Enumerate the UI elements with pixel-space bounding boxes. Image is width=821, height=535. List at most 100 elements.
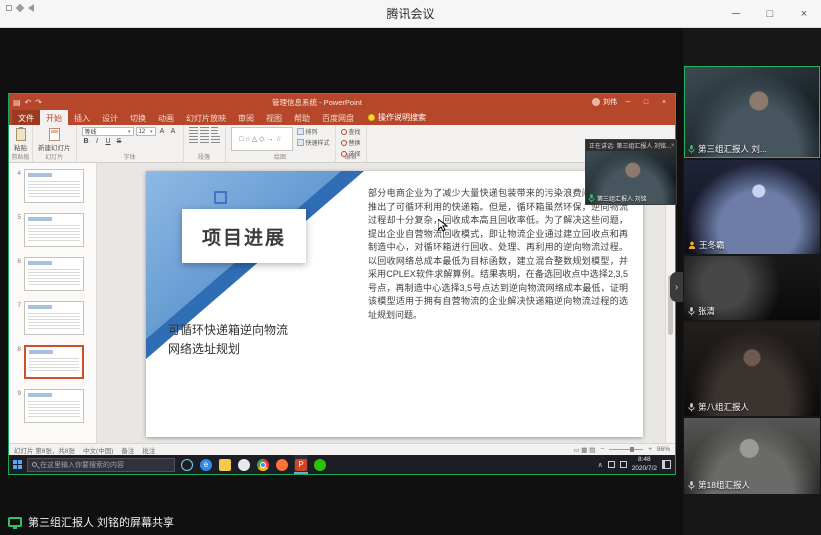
font-name-select[interactable]: 等线 ▾ xyxy=(82,127,134,136)
slide-thumbnail[interactable]: 6 xyxy=(11,257,92,291)
slide-thumbnail[interactable]: 5 xyxy=(11,213,92,247)
ppt-tab-review[interactable]: 审阅 xyxy=(232,110,260,125)
ppt-minimize-button[interactable]: ─ xyxy=(621,99,635,106)
ppt-tab-slideshow[interactable]: 幻灯片放映 xyxy=(180,110,232,125)
shapes-gallery[interactable]: □○△◇→☆ xyxy=(231,127,293,151)
slide-thumbnail[interactable]: 4 xyxy=(11,169,92,203)
participant-tile[interactable]: 张清 xyxy=(684,256,820,320)
tell-me-search[interactable]: 操作说明搜索 xyxy=(368,110,426,125)
panel-collapse-handle[interactable]: › xyxy=(670,272,683,302)
powerpoint-taskbar-icon[interactable]: P xyxy=(295,459,307,471)
slide-thumbnail[interactable]: 9 xyxy=(11,389,92,423)
bold-button[interactable]: B xyxy=(82,138,91,145)
quick-styles-button[interactable]: 快速样式 xyxy=(297,138,330,147)
strikethrough-button[interactable]: S xyxy=(115,138,124,145)
participant-tile[interactable]: 王冬霸 xyxy=(684,160,820,254)
ppt-tab-view[interactable]: 视图 xyxy=(260,110,288,125)
ppt-maximize-button[interactable]: □ xyxy=(639,99,653,106)
taskbar-clock[interactable]: 8:48 2020/7/2 xyxy=(632,456,657,472)
firefox-icon[interactable] xyxy=(276,459,288,471)
notes-toggle[interactable]: 备注 xyxy=(121,445,134,455)
find-button[interactable]: 查找 xyxy=(341,127,361,136)
undo-icon[interactable]: ↶ xyxy=(25,98,32,107)
mic-on-icon xyxy=(588,194,595,203)
tray-expand-icon[interactable]: ∧ xyxy=(598,461,603,469)
indent-icon[interactable] xyxy=(211,127,218,134)
participant-tile[interactable]: 第三组汇报人 刘... xyxy=(684,66,820,158)
shrink-font-button[interactable]: A xyxy=(169,128,178,135)
ppt-tab-transitions[interactable]: 切换 xyxy=(124,110,152,125)
mouse-cursor xyxy=(438,219,448,232)
replace-button[interactable]: 替换 xyxy=(341,138,361,147)
slide-thumbnail[interactable]: 7 xyxy=(11,301,92,335)
qq-icon[interactable] xyxy=(238,459,250,471)
thumbnail-preview xyxy=(24,345,84,379)
edge-icon[interactable]: e xyxy=(200,459,212,471)
bullets-icon[interactable] xyxy=(189,127,198,134)
wechat-icon[interactable] xyxy=(314,459,326,471)
system-tray: ∧ 8:48 2020/7/2 xyxy=(598,456,671,472)
underline-button[interactable]: U xyxy=(104,138,113,145)
ribbon-group-drawing: □○△◇→☆ 排列 快速样式 绘图 xyxy=(226,125,336,162)
active-speaker-popup[interactable]: 正在讲话: 第三组汇报人 刘铭... × 第三组汇报人 刘铭 xyxy=(585,139,677,205)
new-slide-button[interactable]: 新建幻灯片 xyxy=(38,127,71,152)
maximize-button[interactable]: □ xyxy=(753,0,787,28)
cortana-icon[interactable] xyxy=(181,459,193,471)
align-right-icon[interactable] xyxy=(211,136,220,143)
ppt-tab-design[interactable]: 设计 xyxy=(96,110,124,125)
network-icon[interactable] xyxy=(608,461,615,468)
participant-tile[interactable]: 第八组汇报人 xyxy=(684,322,820,416)
ppt-close-button[interactable]: × xyxy=(657,99,671,106)
save-icon[interactable]: ▤ xyxy=(13,98,21,107)
slide-counter: 幻灯片 第8张，共8张 xyxy=(14,445,75,455)
align-center-icon[interactable] xyxy=(200,136,209,143)
ppt-tab-insert[interactable]: 插入 xyxy=(68,110,96,125)
ppt-tab-home[interactable]: 开始 xyxy=(40,110,68,125)
ppt-tab-baidu-netdisk[interactable]: 百度网盘 xyxy=(316,110,360,125)
zoom-slider[interactable] xyxy=(609,449,643,450)
align-left-icon[interactable] xyxy=(189,136,198,143)
italic-button[interactable]: I xyxy=(93,138,102,145)
ppt-tab-file[interactable]: 文件 xyxy=(12,110,40,125)
current-slide[interactable]: 项目进展 可循环快递箱逆向物流 网络选址规划 部分电商企业为了减少大量快递包装带… xyxy=(146,171,643,437)
ppt-user-account[interactable]: 刘伟 xyxy=(592,97,617,107)
ribbon-group-font: 等线 ▾ 12 ▾ A A B I xyxy=(77,125,184,162)
participant-name: 王冬霸 xyxy=(699,239,725,251)
thumbnail-number: 6 xyxy=(11,257,21,291)
comments-toggle[interactable]: 批注 xyxy=(142,445,155,455)
participant-tile[interactable]: 第18组汇报人 xyxy=(684,418,820,494)
zoom-knob[interactable] xyxy=(630,447,634,452)
arrange-button[interactable]: 排列 xyxy=(297,127,330,136)
ppt-tab-animations[interactable]: 动画 xyxy=(152,110,180,125)
taskbar-search-input[interactable]: 在这里输入你要搜索的内容 xyxy=(27,458,175,472)
numbering-icon[interactable] xyxy=(200,127,209,134)
mic-on-icon xyxy=(688,145,695,154)
font-size-select[interactable]: 12 ▾ xyxy=(136,127,156,136)
file-explorer-icon[interactable] xyxy=(219,459,231,471)
popup-close-icon[interactable]: × xyxy=(671,143,675,149)
action-center-icon[interactable] xyxy=(662,460,671,469)
sound-icon[interactable] xyxy=(620,461,627,468)
view-switcher-icons[interactable]: ▭ ▦ ▤ xyxy=(573,446,595,454)
zoom-out-button[interactable]: − xyxy=(600,446,604,453)
group-label-slides: 幻灯片 xyxy=(33,152,76,161)
clock-date: 2020/7/2 xyxy=(632,465,657,473)
language-indicator[interactable]: 中文(中国) xyxy=(83,445,113,455)
zoom-level[interactable]: 86% xyxy=(657,446,670,453)
close-button[interactable]: × xyxy=(787,0,821,28)
window-controls: ─ □ × xyxy=(719,0,821,28)
grow-font-button[interactable]: A xyxy=(158,128,167,135)
slide-thumbnail-selected[interactable]: 8 xyxy=(11,345,92,379)
ppt-tab-help[interactable]: 帮助 xyxy=(288,110,316,125)
redo-icon[interactable]: ↷ xyxy=(35,98,42,107)
slide-scrollbar[interactable] xyxy=(665,163,675,443)
arrange-icon xyxy=(297,128,304,135)
find-label: 查找 xyxy=(349,127,361,136)
minimize-button[interactable]: ─ xyxy=(719,0,753,28)
participant-name-row: 第八组汇报人 xyxy=(688,401,749,413)
paste-button[interactable]: 粘贴 xyxy=(14,127,27,152)
active-speaker-header: 正在讲话: 第三组汇报人 刘铭... × xyxy=(586,140,676,151)
start-button[interactable] xyxy=(13,460,22,469)
chrome-icon[interactable] xyxy=(257,459,269,471)
zoom-in-button[interactable]: + xyxy=(648,446,652,453)
